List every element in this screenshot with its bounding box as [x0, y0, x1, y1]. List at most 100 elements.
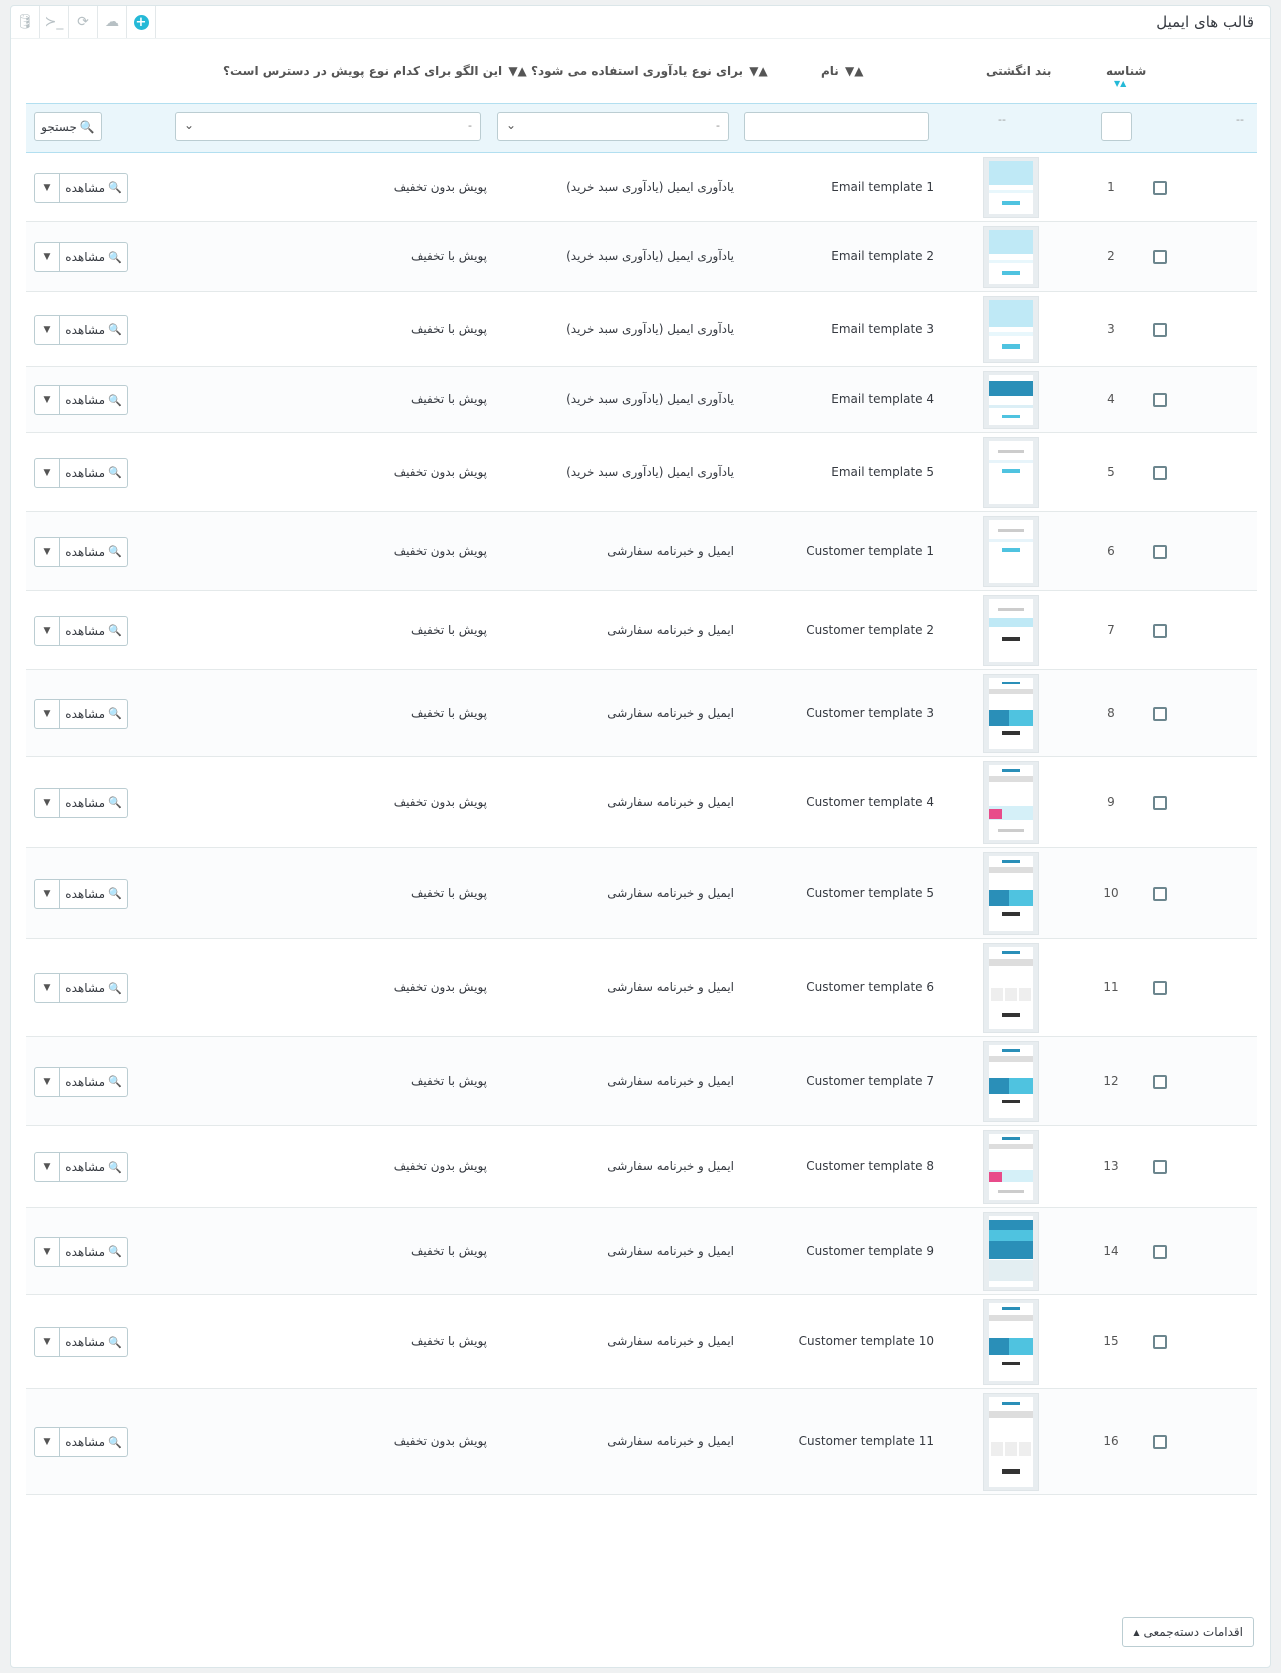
row-actions-dropdown-button[interactable]: ▼ [34, 1066, 60, 1097]
row-actions-dropdown-button[interactable]: ▼ [34, 1236, 60, 1267]
row-checkbox[interactable] [1153, 250, 1167, 264]
row-checkbox[interactable] [1153, 465, 1167, 480]
row-checkbox[interactable] [1153, 322, 1167, 337]
table-row[interactable]: 13 Customer template 8 ایمیل و خبرنامه سفا… [26, 1126, 1257, 1208]
view-button[interactable]: 🔍 مشاهده [60, 314, 128, 345]
table-row[interactable]: 1 Email template 1 یادآوری ایمیل (یادآوری … [26, 153, 1257, 222]
view-button[interactable]: 🔍 مشاهده [60, 172, 128, 203]
view-button[interactable]: 🔍 مشاهده [60, 1236, 128, 1267]
row-actions-dropdown-button[interactable]: ▼ [34, 787, 60, 818]
column-header-name[interactable]: ▲▼ نام [821, 64, 865, 78]
view-button[interactable]: 🔍 مشاهده [60, 457, 128, 488]
row-actions-dropdown-button[interactable]: ▼ [34, 1427, 60, 1457]
view-button[interactable]: 🔍 مشاهده [60, 1427, 128, 1457]
caret-up-icon: ▲ [1133, 1627, 1140, 1637]
column-header-usage[interactable]: ▲▼ برای نوع یادآوری استفاده می شود؟ [531, 64, 770, 78]
row-actions-dropdown-button[interactable]: ▼ [34, 698, 60, 729]
zoom-in-icon: 🔍 [108, 1335, 122, 1349]
add-new-button[interactable]: + [127, 6, 156, 38]
table-row[interactable]: 16 Customer template 11 ایمیل و خبرنامه سف… [26, 1389, 1257, 1495]
table-row[interactable]: 4 Email template 4 یادآوری ایمیل (یادآوری … [26, 367, 1257, 433]
table-row[interactable]: 8 Customer template 3 ایمیل و خبرنامه سفار… [26, 670, 1257, 757]
column-header-discount[interactable]: ▲▼ این الگو برای کدام نوع پویش در دسترس … [223, 64, 529, 78]
row-checkbox[interactable] [1153, 1074, 1167, 1089]
row-actions: ▼ 🔍 مشاهده [34, 1327, 128, 1357]
view-button[interactable]: 🔍 مشاهده [60, 787, 128, 818]
row-name: Customer template 11 [798, 1434, 934, 1448]
table-row[interactable]: 2 Email template 2 یادآوری ایمیل (یادآوری … [26, 222, 1257, 292]
table-row[interactable]: 7 Customer template 2 ایمیل و خبرنامه سفار… [26, 591, 1257, 670]
row-name: Customer template 10 [798, 1334, 934, 1348]
row-actions-dropdown-button[interactable]: ▼ [34, 314, 60, 345]
row-actions-dropdown-button[interactable]: ▼ [34, 536, 60, 567]
bulk-actions-button[interactable]: اقدامات دسته‌جمعی ▲ [1122, 1617, 1254, 1647]
view-button[interactable]: 🔍 مشاهده [60, 1327, 128, 1357]
caret-down-icon: ▼ [43, 395, 51, 405]
search-label: جستجو [41, 119, 77, 134]
view-label: مشاهده [65, 1435, 105, 1449]
row-actions-dropdown-button[interactable]: ▼ [34, 385, 60, 415]
filter-name-input[interactable] [744, 112, 929, 141]
filter-id-input[interactable] [1101, 112, 1132, 141]
table-row[interactable]: 12 Customer template 7 ایمیل و خبرنامه سفا… [26, 1037, 1257, 1126]
row-actions-dropdown-button[interactable]: ▼ [34, 1327, 60, 1357]
view-button[interactable]: 🔍 مشاهده [60, 385, 128, 415]
cloud-upload-icon[interactable]: ☁ [98, 6, 127, 38]
row-actions-dropdown-button[interactable]: ▼ [34, 615, 60, 646]
row-checkbox[interactable] [1153, 1160, 1167, 1174]
row-actions-dropdown-button[interactable]: ▼ [34, 973, 60, 1003]
table-row[interactable]: 9 Customer template 4 ایمیل و خبرنامه سفار… [26, 757, 1257, 848]
search-button[interactable]: 🔍 جستجو [34, 112, 102, 141]
row-name: Email template 2 [831, 249, 934, 263]
sort-arrows-icon[interactable]: ▲▼ [845, 64, 863, 78]
row-checkbox[interactable] [1153, 180, 1167, 195]
template-thumbnail [983, 1299, 1039, 1385]
row-checkbox[interactable] [1153, 544, 1167, 559]
row-checkbox[interactable] [1153, 886, 1167, 901]
sort-arrows-icon[interactable]: ▲▼ [508, 64, 526, 78]
table-row[interactable]: 14 Customer template 9 ایمیل و خبرنامه سفا… [26, 1208, 1257, 1295]
view-button[interactable]: 🔍 مشاهده [60, 536, 128, 567]
row-checkbox[interactable] [1153, 795, 1167, 810]
column-header-id[interactable]: شناسه ▲▼ [1106, 64, 1146, 88]
view-button[interactable]: 🔍 مشاهده [60, 878, 128, 909]
row-checkbox[interactable] [1153, 393, 1167, 407]
row-actions-dropdown-button[interactable]: ▼ [34, 457, 60, 488]
zoom-in-icon: 🔍 [108, 323, 122, 336]
view-button[interactable]: 🔍 مشاهده [60, 242, 128, 272]
sort-arrows-icon[interactable]: ▲▼ [1114, 79, 1126, 88]
row-checkbox[interactable] [1153, 981, 1167, 995]
database-icon[interactable]: 🛢 [11, 6, 40, 38]
row-actions: ▼ 🔍 مشاهده [34, 1152, 128, 1182]
filter-discount-select[interactable]: - ⌄ [175, 112, 481, 141]
template-thumbnail [983, 371, 1039, 429]
table-row[interactable]: 5 Email template 5 یادآوری ایمیل (یادآوری … [26, 433, 1257, 512]
caret-down-icon: ▼ [43, 252, 51, 262]
row-id: 13 [1103, 1159, 1119, 1173]
row-actions-dropdown-button[interactable]: ▼ [34, 1152, 60, 1182]
view-button[interactable]: 🔍 مشاهده [60, 1066, 128, 1097]
table-row[interactable]: 6 Customer template 1 ایمیل و خبرنامه سفار… [26, 512, 1257, 591]
row-actions-dropdown-button[interactable]: ▼ [34, 878, 60, 909]
row-checkbox[interactable] [1153, 623, 1167, 638]
table-row[interactable]: 11 Customer template 6 ایمیل و خبرنامه سفا… [26, 939, 1257, 1037]
row-actions-dropdown-button[interactable]: ▼ [34, 172, 60, 203]
view-button[interactable]: 🔍 مشاهده [60, 973, 128, 1003]
refresh-icon[interactable]: ⟳ [69, 6, 98, 38]
view-button[interactable]: 🔍 مشاهده [60, 698, 128, 729]
terminal-icon[interactable]: ≻_ [40, 6, 69, 38]
row-checkbox[interactable] [1153, 1335, 1167, 1349]
table-row[interactable]: 10 Customer template 5 ایمیل و خبرنامه سفا… [26, 848, 1257, 939]
row-checkbox[interactable] [1153, 706, 1167, 721]
table-row[interactable]: 15 Customer template 10 ایمیل و خبرنامه سف… [26, 1295, 1257, 1389]
row-checkbox[interactable] [1153, 1435, 1167, 1449]
zoom-in-icon: 🔍 [108, 1160, 122, 1174]
table-row[interactable]: 3 Email template 3 یادآوری ایمیل (یادآوری … [26, 292, 1257, 367]
sort-arrows-icon[interactable]: ▲▼ [749, 64, 767, 78]
view-button[interactable]: 🔍 مشاهده [60, 1152, 128, 1182]
row-checkbox[interactable] [1153, 1244, 1167, 1259]
row-actions-dropdown-button[interactable]: ▼ [34, 242, 60, 272]
filter-usage-select[interactable]: - ⌄ [497, 112, 729, 141]
view-button[interactable]: 🔍 مشاهده [60, 615, 128, 646]
caret-down-icon: ▼ [43, 708, 51, 719]
